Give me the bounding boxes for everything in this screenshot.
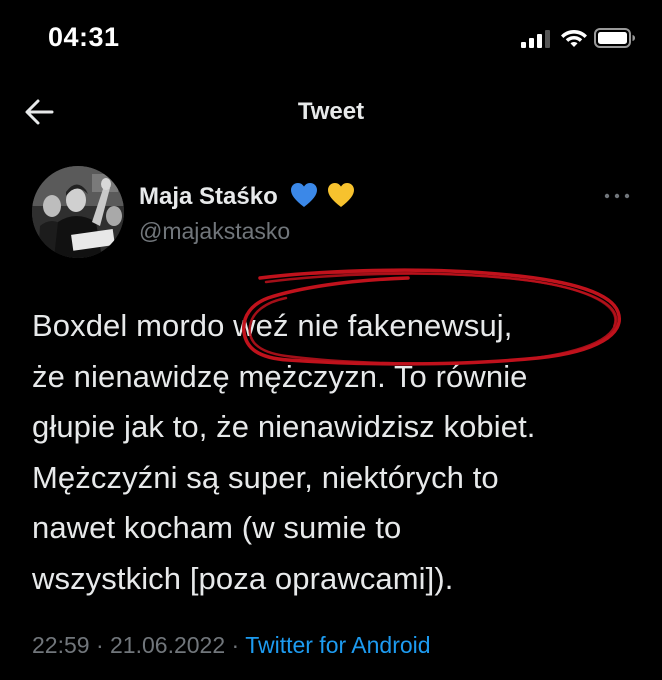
battery-icon: [594, 28, 635, 48]
yellow-heart-icon: [328, 183, 355, 207]
status-time: 04:31: [48, 22, 120, 52]
avatar-photo: [32, 166, 124, 258]
wifi-icon: [561, 30, 587, 47]
tweet-meta: 22:59 · 21.06.2022 · Twitter for Android: [32, 632, 431, 659]
cellular-signal-icon: [521, 30, 550, 48]
ellipsis-icon[interactable]: [602, 188, 632, 204]
meta-separator: ·: [231, 632, 240, 658]
author-handle[interactable]: @majakstasko: [139, 218, 290, 245]
author-name-text: Maja Staśko: [139, 183, 278, 210]
blue-heart-icon: [291, 183, 318, 207]
tweet-source-link[interactable]: Twitter for Android: [245, 632, 430, 658]
nav-header: Tweet: [0, 80, 662, 144]
tweet-text: Boxdel mordo weź nie fakenewsuj, że nien…: [32, 308, 536, 596]
tweet-date: 21.06.2022: [110, 632, 226, 658]
meta-separator: ·: [95, 632, 104, 658]
tweet-time: 22:59: [32, 632, 90, 658]
status-bar: 04:31: [0, 0, 662, 80]
page-title: Tweet: [297, 98, 365, 125]
tweet-author: Maja Staśko @majakstasko: [32, 166, 632, 262]
avatar[interactable]: [32, 166, 124, 258]
author-display-name[interactable]: Maja Staśko: [139, 182, 355, 211]
